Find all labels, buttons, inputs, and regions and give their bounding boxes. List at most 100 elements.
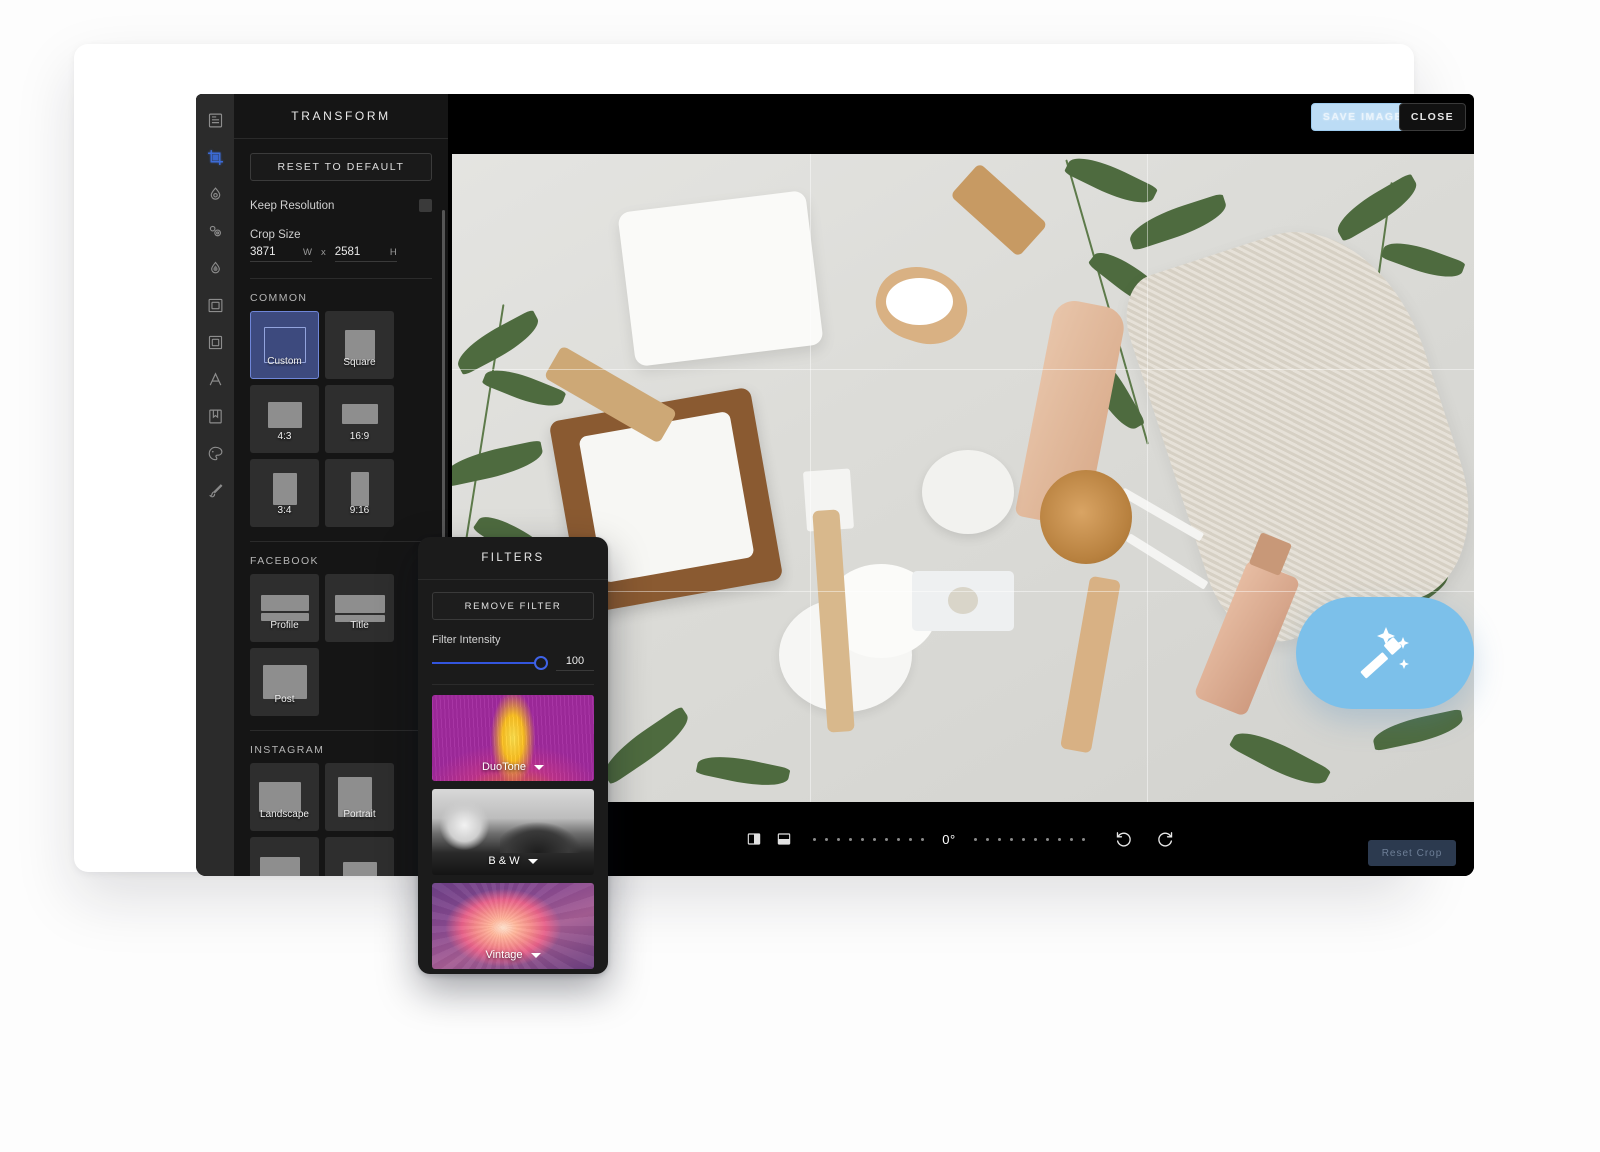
chevron-down-icon[interactable] xyxy=(534,765,544,770)
crop-size-label: Crop Size xyxy=(250,229,432,241)
chevron-down-icon[interactable] xyxy=(531,953,541,958)
preset-label: Profile xyxy=(250,620,319,631)
group-label-instagram: INSTAGRAM xyxy=(250,744,432,756)
preset-16-9[interactable]: 16:9 xyxy=(325,385,394,453)
preset-grid-instagram: Landscape Portrait xyxy=(250,763,432,876)
brush-icon[interactable] xyxy=(196,472,234,509)
preset-grid-facebook: Profile Title Post xyxy=(250,574,432,716)
frame-icon[interactable] xyxy=(196,287,234,324)
preset-label: Square xyxy=(325,357,394,368)
preset-label: Landscape xyxy=(250,809,319,820)
flip-horizontal-icon[interactable] xyxy=(739,826,769,852)
filter-caption: DuoTone xyxy=(432,761,594,773)
preset-ig-extra-1[interactable] xyxy=(250,837,319,876)
paint-icon[interactable] xyxy=(196,435,234,472)
group-label-facebook: FACEBOOK xyxy=(250,555,432,567)
image-icon[interactable] xyxy=(196,102,234,139)
preset-ig-portrait[interactable]: Portrait xyxy=(325,763,394,831)
transform-panel: TRANSFORM RESET TO DEFAULT Keep Resoluti… xyxy=(234,94,448,876)
preset-fb-post[interactable]: Post xyxy=(250,648,319,716)
filter-label: B & W xyxy=(488,855,519,867)
filter-intensity-label: Filter Intensity xyxy=(432,634,594,646)
monitor-frame: SAVE IMAGE CLOSE xyxy=(74,44,1414,872)
rotation-angle-value: 0° xyxy=(942,832,955,847)
filter-intensity-slider[interactable] xyxy=(432,656,546,670)
editor-screen: SAVE IMAGE CLOSE xyxy=(196,94,1474,876)
remove-filter-button[interactable]: REMOVE FILTER xyxy=(432,592,594,620)
preset-9-16[interactable]: 9:16 xyxy=(325,459,394,527)
preset-label: 16:9 xyxy=(325,431,394,442)
preset-label: 3:4 xyxy=(250,505,319,516)
preset-label: Portrait xyxy=(325,809,394,820)
rotation-ticks-right[interactable] xyxy=(974,838,1085,841)
filter-item-duotone[interactable]: DuoTone xyxy=(432,695,594,781)
slider-knob[interactable] xyxy=(534,656,548,670)
filter-drop-icon[interactable] xyxy=(196,250,234,287)
panel-divider-2 xyxy=(250,541,432,542)
filters-panel: FILTERS REMOVE FILTER Filter Intensity 1… xyxy=(418,537,608,974)
preset-label: Title xyxy=(325,620,394,631)
crop-height-value: 2581 xyxy=(335,246,361,258)
tool-rail xyxy=(196,94,234,876)
preset-fb-title[interactable]: Title xyxy=(325,574,394,642)
preset-label: Post xyxy=(250,694,319,705)
filter-intensity-value[interactable]: 100 xyxy=(556,655,594,671)
filter-intensity-row: 100 xyxy=(432,655,594,671)
panel-scrollbar-thumb[interactable] xyxy=(442,210,445,540)
effects-icon[interactable] xyxy=(196,213,234,250)
crop-height-unit: H xyxy=(390,247,397,258)
crop-grid-line xyxy=(452,369,1474,370)
page-stage: SAVE IMAGE CLOSE xyxy=(0,0,1600,1152)
crop-icon[interactable] xyxy=(196,139,234,176)
flip-vertical-icon[interactable] xyxy=(769,826,799,852)
preset-fb-profile[interactable]: Profile xyxy=(250,574,319,642)
filter-item-vintage[interactable]: Vintage xyxy=(432,883,594,969)
preset-3-4[interactable]: 3:4 xyxy=(250,459,319,527)
rotate-right-icon[interactable] xyxy=(1149,826,1183,852)
reset-to-default-button[interactable]: RESET TO DEFAULT xyxy=(250,153,432,181)
slider-track xyxy=(432,662,546,664)
panel-divider xyxy=(250,278,432,279)
preset-label: 9:16 xyxy=(325,505,394,516)
preset-4-3[interactable]: 4:3 xyxy=(250,385,319,453)
crop-height-input[interactable]: 2581 H xyxy=(335,246,397,262)
filter-item-bw[interactable]: B & W xyxy=(432,789,594,875)
keep-resolution-row[interactable]: Keep Resolution xyxy=(250,199,432,212)
adjust-icon[interactable] xyxy=(196,176,234,213)
keep-resolution-label: Keep Resolution xyxy=(250,200,334,212)
panel-divider-3 xyxy=(250,730,432,731)
crop-size-times: x xyxy=(321,247,326,258)
group-label-common: COMMON xyxy=(250,292,432,304)
filters-panel-title: FILTERS xyxy=(418,537,608,580)
rotation-ticks-left[interactable] xyxy=(813,838,924,841)
reset-crop-button[interactable]: Reset Crop xyxy=(1368,840,1456,866)
filter-thumbnail-list: DuoTone B & W Vintage xyxy=(418,685,608,969)
crop-width-value: 3871 xyxy=(250,246,276,258)
text-icon[interactable] xyxy=(196,361,234,398)
filter-caption: Vintage xyxy=(432,949,594,961)
preset-label: 4:3 xyxy=(250,431,319,442)
crop-size-fields: 3871 W x 2581 H xyxy=(250,246,432,262)
keep-resolution-checkbox[interactable] xyxy=(419,199,432,212)
filter-caption: B & W xyxy=(432,855,594,867)
sticker-icon[interactable] xyxy=(196,398,234,435)
filter-label: DuoTone xyxy=(482,761,526,773)
crop-grid-line xyxy=(1147,154,1148,826)
filter-label: Vintage xyxy=(485,949,522,961)
preset-square[interactable]: Square xyxy=(325,311,394,379)
border-icon[interactable] xyxy=(196,324,234,361)
rotate-left-icon[interactable] xyxy=(1107,826,1141,852)
panel-title: TRANSFORM xyxy=(234,94,448,139)
preset-grid-common: Custom Square 4:3 16:9 xyxy=(250,311,432,527)
preset-custom[interactable]: Custom xyxy=(250,311,319,379)
preset-label: Custom xyxy=(251,356,318,367)
close-button[interactable]: CLOSE xyxy=(1399,103,1466,131)
preset-ig-landscape[interactable]: Landscape xyxy=(250,763,319,831)
crop-width-unit: W xyxy=(303,247,312,258)
crop-grid-line xyxy=(810,154,811,826)
crop-width-input[interactable]: 3871 W xyxy=(250,246,312,262)
chevron-down-icon[interactable] xyxy=(528,859,538,864)
magic-wand-badge[interactable] xyxy=(1296,597,1474,709)
magic-wand-icon xyxy=(1353,621,1417,685)
preset-ig-extra-2[interactable] xyxy=(325,837,394,876)
